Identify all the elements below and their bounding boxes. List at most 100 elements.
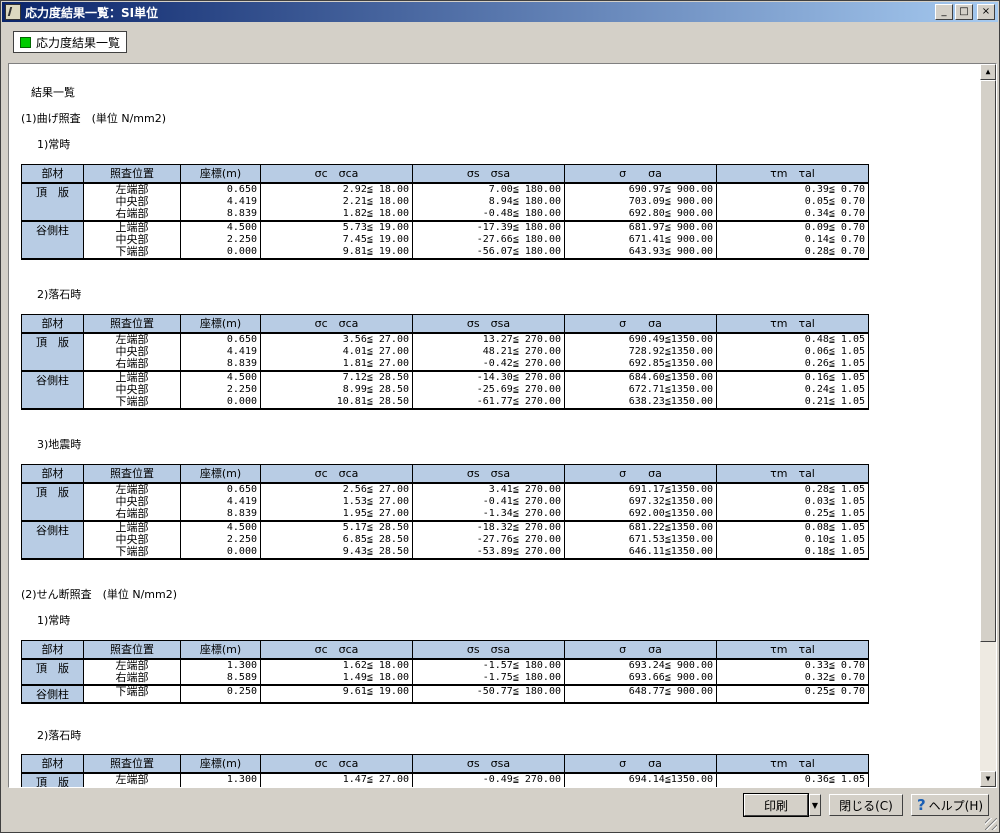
print-button[interactable]: 印刷 — [743, 793, 809, 817]
s-cell: 648.77≦ 900.00 — [564, 684, 717, 704]
cell-line: 0.16≦ 1.05 — [804, 372, 865, 383]
maximize-button[interactable]: □ — [955, 4, 973, 20]
ss-cell: 13.27≦ 270.00 48.21≦ 270.00 -0.42≦ 270.00 — [412, 332, 565, 372]
cell-line: -0.42≦ 270.00 — [482, 358, 561, 369]
column-header: σs σsa — [412, 314, 565, 334]
cell-line: 1.300 — [226, 660, 257, 671]
cell-line: 690.49≦1350.00 — [628, 334, 713, 345]
cell-line: 692.80≦ 900.00 — [628, 208, 713, 219]
locs-cell: 左端部 中央部 右端部 — [83, 182, 181, 222]
member-cell: 頂 版 — [21, 658, 84, 686]
column-header: τm τal — [716, 640, 869, 660]
locs-cell: 上端部 中央部 下端部 — [83, 370, 181, 410]
section-shear: (2)せん断照査 (単位 N/mm2) — [21, 588, 178, 601]
print-dropdown-icon[interactable]: ▼ — [809, 794, 821, 816]
column-header: σc σca — [260, 314, 413, 334]
coord-cell: 1.300 8.589 — [180, 658, 261, 686]
cell-line: 648.77≦ 900.00 — [628, 686, 713, 697]
cell-line: 6.85≦ 28.50 — [342, 534, 409, 545]
results-table: 部材 照査位置 座標(m) σc σca σs σsa σ σa τm τal 頂 版左端部中… — [21, 314, 869, 410]
coord-cell: 4.500 2.250 0.000 — [180, 520, 261, 560]
scroll-down-icon[interactable]: ▼ — [980, 771, 996, 787]
close-button[interactable]: 閉じる(C) — [829, 794, 903, 816]
help-icon: ? — [916, 796, 926, 814]
column-header: 部材 — [21, 314, 84, 334]
locs-cell: 左端部 中央部 右端部 — [83, 482, 181, 522]
report-heading: 結果一覧 — [31, 86, 75, 99]
member-cell: 谷側柱 — [21, 220, 84, 260]
report-viewer[interactable]: 結果一覧 (1)曲げ照査 (単位 N/mm2) 1)常時 部材 照査位置 座標(m)… — [8, 63, 997, 788]
t-cell: 0.16≦ 1.05 0.24≦ 1.05 0.21≦ 1.05 — [716, 370, 869, 410]
cell-line: 右端部 — [115, 357, 149, 370]
cell-line: 4.500 — [226, 222, 257, 233]
resize-grip-icon[interactable] — [985, 818, 997, 830]
cell-line: 638.23≦1350.00 — [628, 396, 713, 407]
sc-cell: 1.47≦ 27.00 — [260, 772, 413, 787]
cell-line: -1.34≦ 270.00 — [482, 508, 561, 519]
locs-cell: 下端部 — [83, 684, 181, 704]
results-table: 部材 照査位置 座標(m) σc σca σs σsa σ σa τm τal 頂 版左端部中… — [21, 464, 869, 560]
column-header: σc σca — [260, 464, 413, 484]
column-header: 座標(m) — [180, 640, 261, 660]
column-header: σc σca — [260, 640, 413, 660]
close-window-button[interactable]: × — [977, 4, 995, 20]
cell-line: -0.48≦ 180.00 — [482, 208, 561, 219]
cell-line: 1.82≦ 18.00 — [342, 208, 409, 219]
t-cell: 0.25≦ 0.70 — [716, 684, 869, 704]
cell-line: 0.25≦ 0.70 — [804, 686, 865, 697]
scroll-thumb[interactable] — [980, 80, 996, 642]
cell-line: 0.34≦ 0.70 — [804, 208, 865, 219]
table-row: 谷側柱 下端部 0.250 9.61≦ 19.00 -50.77≦ 180.00 648.… — [21, 684, 869, 704]
t-cell: 0.09≦ 0.70 0.14≦ 0.70 0.28≦ 0.70 — [716, 220, 869, 260]
minimize-button[interactable]: _ — [935, 4, 953, 20]
column-header: 座標(m) — [180, 164, 261, 184]
s-cell: 681.22≦1350.00 671.53≦1350.00 646.11≦1350.… — [564, 520, 717, 560]
column-header: 部材 — [21, 464, 84, 484]
subsection-normal: 1)常時 — [37, 138, 71, 151]
ss-cell: -50.77≦ 180.00 — [412, 684, 565, 704]
cell-line: 0.000 — [226, 246, 257, 257]
t-cell: 0.36≦ 1.05 — [716, 772, 869, 787]
cell-line: 0.650 — [226, 484, 257, 495]
member-cell: 谷側柱 — [21, 684, 84, 704]
column-header: 座標(m) — [180, 754, 261, 774]
cell-line: 8.589 — [226, 672, 257, 683]
cell-line: 692.85≦1350.00 — [628, 358, 713, 369]
scroll-up-icon[interactable]: ▲ — [980, 64, 996, 80]
table-row: 頂 版左端部 中央部 右端部 0.650 4.419 8.839 3.56≦ 27.00 4.… — [21, 332, 869, 372]
cell-line: 0.000 — [226, 546, 257, 557]
t-cell: 0.48≦ 1.05 0.06≦ 1.05 0.26≦ 1.05 — [716, 332, 869, 372]
help-button[interactable]: ? ヘルプ(H) — [911, 794, 989, 816]
column-header: 照査位置 — [83, 164, 181, 184]
app-icon — [5, 4, 21, 20]
cell-line: 右端部 — [115, 671, 149, 684]
sc-cell: 2.92≦ 18.00 2.21≦ 18.00 1.82≦ 18.00 — [260, 182, 413, 222]
t-cell: 0.39≦ 0.70 0.05≦ 0.70 0.34≦ 0.70 — [716, 182, 869, 222]
cell-line: 690.97≦ 900.00 — [628, 184, 713, 195]
vertical-scrollbar[interactable]: ▲ ▼ — [980, 64, 996, 787]
results-table: 部材 照査位置 座標(m) σc σca σs σsa σ σa τm τal 頂 版 左端部 1… — [21, 754, 869, 787]
s-cell: 690.97≦ 900.00 703.09≦ 900.00 692.80≦ 900.… — [564, 182, 717, 222]
table-row: 頂 版左端部 中央部 右端部 0.650 4.419 8.839 2.56≦ 27.00 1.… — [21, 482, 869, 522]
t-cell: 0.28≦ 1.05 0.03≦ 1.05 0.25≦ 1.05 — [716, 482, 869, 522]
table-row: 谷側柱 上端部 中央部 下端部 4.500 2.250 0.000 5.17≦ 28.50 6.… — [21, 520, 869, 560]
tab-results[interactable]: 応力度結果一覧 — [13, 31, 128, 53]
tab-label: 応力度結果一覧 — [36, 35, 121, 50]
cell-line: 2.250 — [226, 384, 257, 395]
app-window: 応力度結果一覧：SI単位 _ □ × 応力度結果一覧 結果一覧 (1)曲げ照査 … — [0, 0, 1000, 833]
cell-line: 671.53≦1350.00 — [628, 534, 713, 545]
cell-line: 694.14≦1350.00 — [628, 774, 713, 785]
s-cell: 684.60≦1350.00 672.71≦1350.00 638.23≦1350.… — [564, 370, 717, 410]
cell-line: 693.66≦ 900.00 — [628, 672, 713, 683]
cell-line: 下端部 — [115, 245, 149, 258]
cell-line: -1.57≦ 180.00 — [482, 660, 561, 671]
coord-cell: 1.300 — [180, 772, 261, 787]
button-bar: 印刷 ▼ 閉じる(C) ? ヘルプ(H) — [1, 793, 999, 824]
cell-line: 0.28≦ 0.70 — [804, 246, 865, 257]
cell-line: -0.49≦ 270.00 — [482, 774, 561, 785]
cell-line: 0.06≦ 1.05 — [804, 346, 865, 357]
column-header: 照査位置 — [83, 314, 181, 334]
cell-line: 8.839 — [226, 358, 257, 369]
cell-line: 2.21≦ 18.00 — [342, 196, 409, 207]
cell-line: 左端部 — [115, 773, 149, 786]
